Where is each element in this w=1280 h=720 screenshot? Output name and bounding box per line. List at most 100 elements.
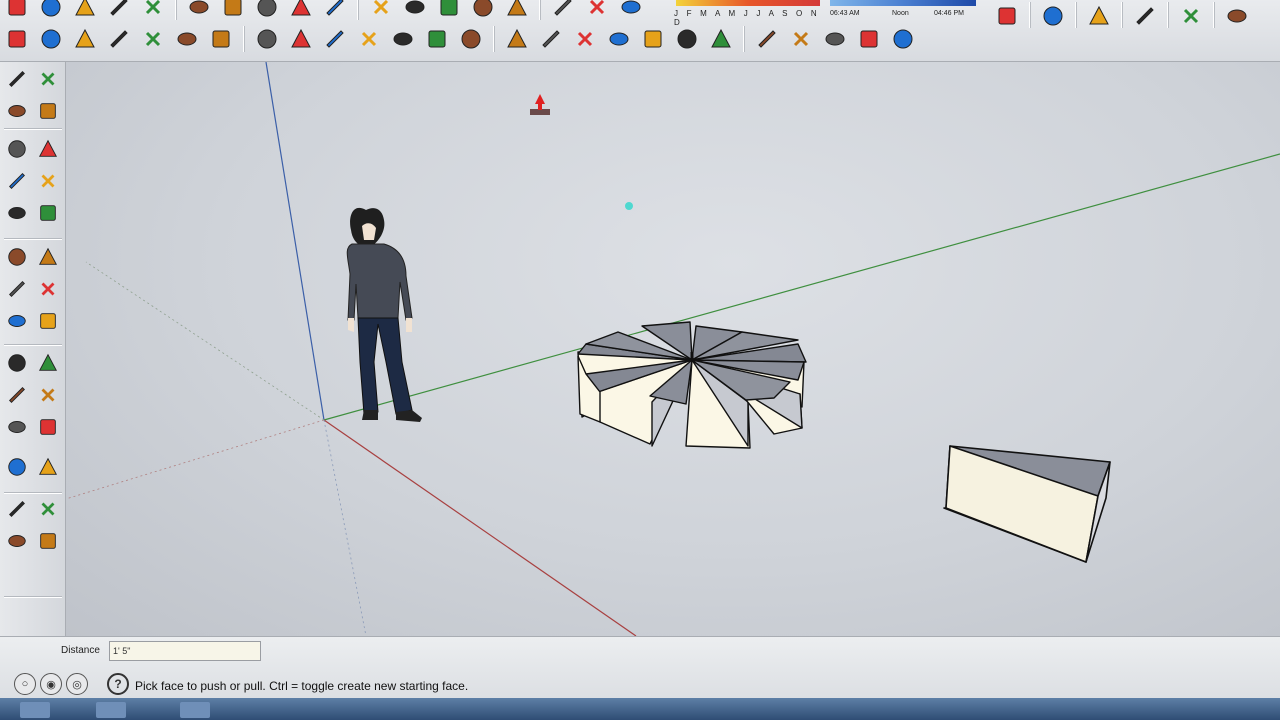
taskbar-item[interactable] [180,702,210,718]
red-tool-icon[interactable] [1085,2,1113,30]
pencil-icon[interactable] [105,25,133,53]
rectangle-icon[interactable] [4,136,30,162]
follow-me-icon[interactable] [35,276,61,302]
scale-icon[interactable] [4,308,30,334]
top-view-icon[interactable] [401,0,429,21]
left-view-icon[interactable] [549,0,577,21]
push-pull-icon[interactable] [35,244,61,270]
polygon-icon[interactable] [4,200,30,226]
box-icon[interactable] [537,25,565,53]
line-icon[interactable] [37,25,65,53]
paint-icon[interactable] [173,25,201,53]
torus-icon[interactable] [753,25,781,53]
protractor-icon[interactable] [4,382,30,408]
green-axis-dashed [85,261,325,421]
previous-icon[interactable] [389,25,417,53]
user-icon[interactable]: ◎ [66,673,88,695]
dimension-icon[interactable] [355,25,383,53]
refresh-icon[interactable] [139,25,167,53]
pencil-icon[interactable] [35,136,61,162]
modeling-viewport[interactable] [66,62,1280,636]
new-file-icon[interactable] [3,0,31,21]
stack-icon[interactable] [787,25,815,53]
move-icon[interactable] [4,244,30,270]
erase-icon[interactable] [219,0,247,21]
shadow-date-slider[interactable]: J F M A M J J A S O N D [672,0,826,27]
layers-icon[interactable] [1223,2,1251,30]
next-icon[interactable] [423,25,451,53]
date-slider-bar[interactable] [676,0,820,6]
cylinder-icon[interactable] [571,25,599,53]
front-view-icon[interactable] [435,0,463,21]
freehand-icon[interactable] [35,200,61,226]
rotate-icon[interactable] [4,276,30,302]
group-icon[interactable] [35,454,61,480]
taskbar-item[interactable] [96,702,126,718]
display-shadows-icon[interactable] [617,0,645,21]
eraser-red-icon[interactable] [35,98,61,124]
credits-icon[interactable]: ◉ [40,673,62,695]
print-icon[interactable] [287,0,315,21]
save-icon[interactable] [71,0,99,21]
get-models-icon[interactable] [503,25,531,53]
open-icon[interactable] [37,0,65,21]
section-plane-icon[interactable] [4,454,30,480]
plane-icon[interactable] [707,25,735,53]
cylinder-2-icon[interactable] [605,25,633,53]
toolbar-separator [243,26,245,52]
cone-icon[interactable] [639,25,667,53]
time-slider-bar[interactable] [830,0,976,6]
zoom-extents-icon[interactable] [457,25,485,53]
shadow-time-slider[interactable]: 06:43 AM Noon 04:46 PM [828,0,978,24]
paste-in-place-icon[interactable] [35,496,61,522]
camera-icon[interactable] [889,25,917,53]
arc-icon[interactable] [35,168,61,194]
offset-icon[interactable] [35,308,61,334]
shadow-settings-icon[interactable] [583,0,611,21]
select-icon[interactable] [4,66,30,92]
tape-measure-icon[interactable] [4,350,30,376]
toolbar-row-1 [0,0,648,22]
sandbox-icon[interactable] [1039,2,1067,30]
red-tool-2-icon[interactable] [1131,2,1159,30]
toolbar-separator [4,492,62,494]
text-icon[interactable] [35,382,61,408]
toolbar-separator [1029,2,1031,28]
circle-icon[interactable] [207,25,235,53]
styles-icon[interactable] [1177,2,1205,30]
axes-icon[interactable] [4,414,30,440]
capsule-icon[interactable] [673,25,701,53]
walk-icon[interactable] [35,528,61,554]
3d-text-icon[interactable] [35,414,61,440]
record-icon[interactable] [855,25,883,53]
taskbar-item[interactable] [20,702,50,718]
paint-bucket-icon[interactable] [4,98,30,124]
right-view-icon[interactable] [469,0,497,21]
offset-icon[interactable] [287,25,315,53]
component-icon[interactable] [4,496,30,522]
paste-icon[interactable] [185,0,213,21]
component-icon[interactable] [253,25,281,53]
push-icon[interactable] [821,25,849,53]
position-camera-icon[interactable] [4,528,30,554]
iso-view-icon[interactable] [367,0,395,21]
toolbar-right-group [990,2,1254,30]
dimension-icon[interactable] [35,350,61,376]
tape-icon[interactable] [321,25,349,53]
rotate-icon[interactable] [71,25,99,53]
scene-canvas[interactable] [66,62,1280,636]
measurement-box[interactable]: 1' 5" [109,641,261,661]
time-start-label: 06:43 AM [830,10,860,17]
help-icon[interactable]: ? [107,673,129,695]
cut-icon[interactable] [105,0,133,21]
copy-icon[interactable] [139,0,167,21]
back-view-icon[interactable] [503,0,531,21]
orbit-icon[interactable] [3,25,31,53]
undo-icon[interactable] [253,0,281,21]
geo-location-icon[interactable]: ○ [14,673,36,695]
circle-icon[interactable] [4,168,30,194]
toolbar-separator [743,26,745,52]
model-info-icon[interactable] [321,0,349,21]
component-browser-icon[interactable] [993,2,1021,30]
eraser-icon[interactable] [35,66,61,92]
